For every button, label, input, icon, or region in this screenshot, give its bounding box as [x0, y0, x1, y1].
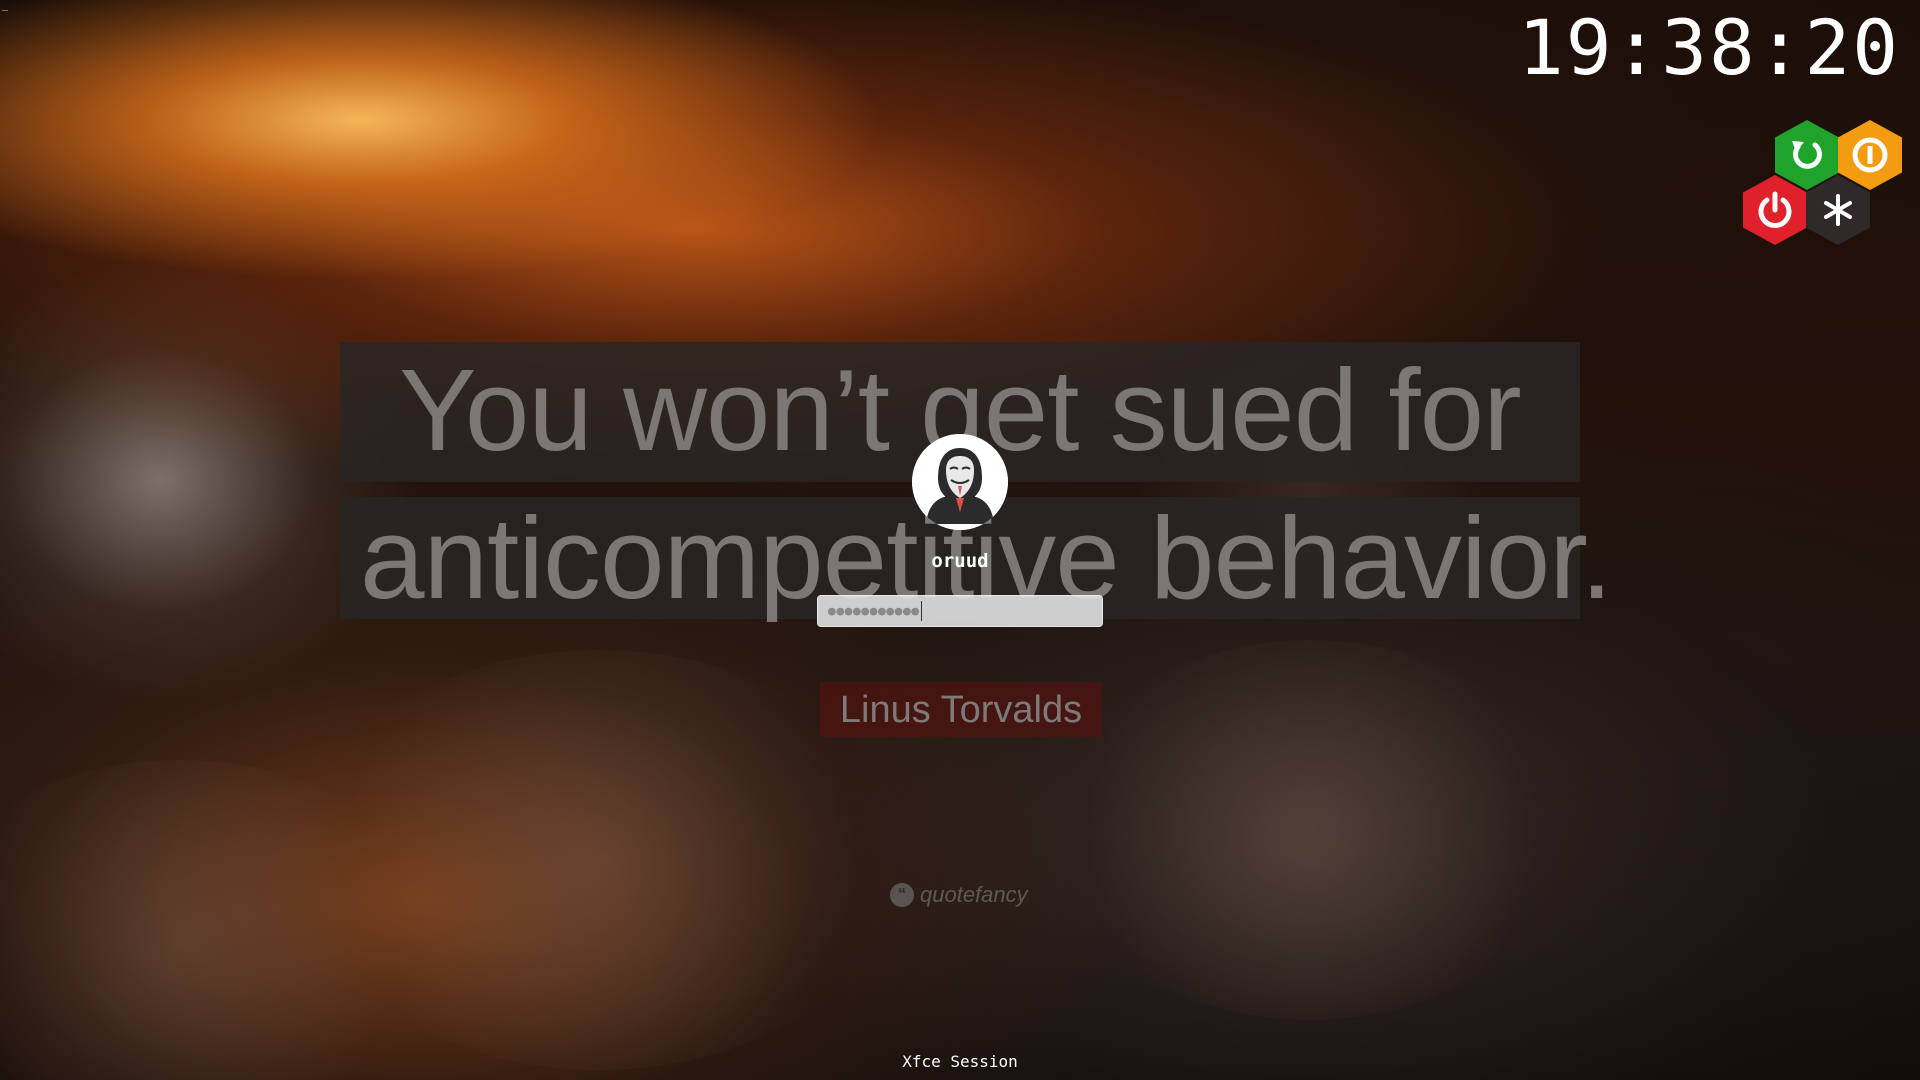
cursor-marker: _ [2, 0, 9, 11]
session-options-button[interactable] [1806, 175, 1870, 245]
password-mask: ●●●●●●●●●●● [828, 603, 920, 619]
text-caret [920, 601, 922, 621]
asterisk-icon [1824, 194, 1852, 226]
wallpaper-watermark: “ quotefancy [890, 882, 1028, 908]
anonymous-mask-icon [912, 434, 1008, 530]
user-avatar[interactable] [912, 434, 1008, 530]
shutdown-button[interactable] [1743, 175, 1807, 245]
password-field[interactable]: ●●●●●●●●●●● [817, 595, 1103, 627]
quote-mark-icon: “ [890, 883, 914, 907]
suspend-button[interactable] [1838, 120, 1902, 190]
restart-button[interactable] [1775, 120, 1839, 190]
restart-icon [1792, 141, 1822, 169]
session-selector[interactable]: Xfce Session [860, 1052, 1060, 1071]
watermark-text: quotefancy [920, 882, 1028, 907]
power-icon [1758, 191, 1792, 228]
login-screen: _ 19:38:20 You won’t get sued for antico… [0, 0, 1920, 1080]
cloud-shape [300, 650, 900, 1070]
power-buttons [1740, 120, 1910, 255]
wallpaper-quote-author: Linus Torvalds [839, 689, 1083, 731]
clock: 19:38:20 [1517, 3, 1900, 92]
username-label: oruud [931, 550, 989, 572]
cloud-shape [1050, 640, 1570, 1020]
suspend-icon [1852, 137, 1888, 173]
